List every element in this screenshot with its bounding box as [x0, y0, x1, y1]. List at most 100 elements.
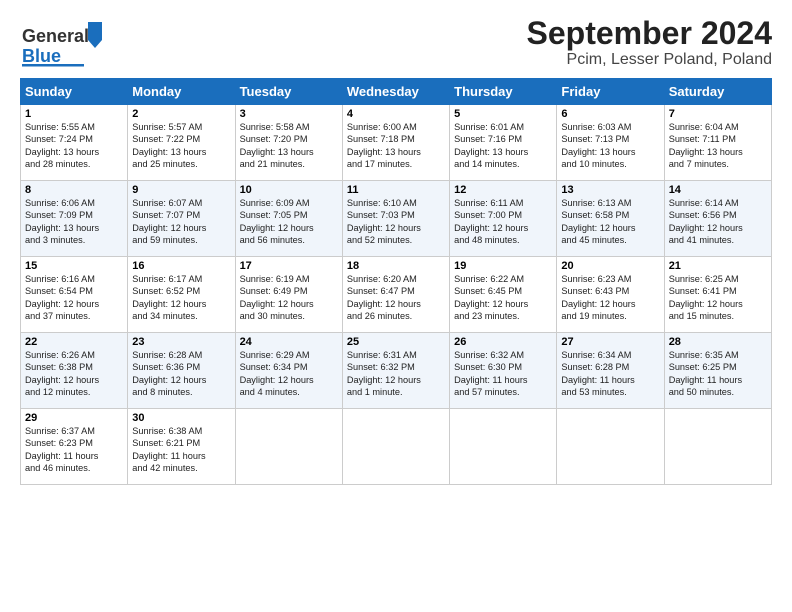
day-number: 17	[240, 260, 338, 272]
svg-text:General: General	[22, 26, 89, 46]
day-number: 5	[454, 108, 552, 120]
day-number: 8	[25, 184, 123, 196]
table-row: 11Sunrise: 6:10 AM Sunset: 7:03 PM Dayli…	[342, 181, 449, 257]
day-number: 29	[25, 412, 123, 424]
day-info: Sunrise: 6:22 AM Sunset: 6:45 PM Dayligh…	[454, 273, 552, 323]
day-info: Sunrise: 6:20 AM Sunset: 6:47 PM Dayligh…	[347, 273, 445, 323]
col-wednesday: Wednesday	[342, 79, 449, 105]
table-row: 12Sunrise: 6:11 AM Sunset: 7:00 PM Dayli…	[450, 181, 557, 257]
day-number: 1	[25, 108, 123, 120]
day-number: 3	[240, 108, 338, 120]
day-info: Sunrise: 6:04 AM Sunset: 7:11 PM Dayligh…	[669, 121, 767, 171]
day-number: 9	[132, 184, 230, 196]
day-number: 2	[132, 108, 230, 120]
day-info: Sunrise: 6:28 AM Sunset: 6:36 PM Dayligh…	[132, 349, 230, 399]
logo: General Blue	[20, 20, 110, 70]
day-number: 23	[132, 336, 230, 348]
table-row: 24Sunrise: 6:29 AM Sunset: 6:34 PM Dayli…	[235, 333, 342, 409]
col-sunday: Sunday	[21, 79, 128, 105]
svg-text:Blue: Blue	[22, 46, 61, 66]
day-info: Sunrise: 6:38 AM Sunset: 6:21 PM Dayligh…	[132, 425, 230, 475]
table-row: 7Sunrise: 6:04 AM Sunset: 7:11 PM Daylig…	[664, 105, 771, 181]
day-info: Sunrise: 6:19 AM Sunset: 6:49 PM Dayligh…	[240, 273, 338, 323]
table-row: 22Sunrise: 6:26 AM Sunset: 6:38 PM Dayli…	[21, 333, 128, 409]
day-info: Sunrise: 5:55 AM Sunset: 7:24 PM Dayligh…	[25, 121, 123, 171]
day-info: Sunrise: 6:29 AM Sunset: 6:34 PM Dayligh…	[240, 349, 338, 399]
table-row: 8Sunrise: 6:06 AM Sunset: 7:09 PM Daylig…	[21, 181, 128, 257]
day-number: 14	[669, 184, 767, 196]
table-row: 4Sunrise: 6:00 AM Sunset: 7:18 PM Daylig…	[342, 105, 449, 181]
day-number: 15	[25, 260, 123, 272]
table-row: 3Sunrise: 5:58 AM Sunset: 7:20 PM Daylig…	[235, 105, 342, 181]
table-row: 5Sunrise: 6:01 AM Sunset: 7:16 PM Daylig…	[450, 105, 557, 181]
table-row: 26Sunrise: 6:32 AM Sunset: 6:30 PM Dayli…	[450, 333, 557, 409]
table-row	[342, 409, 449, 485]
table-row	[235, 409, 342, 485]
day-info: Sunrise: 6:32 AM Sunset: 6:30 PM Dayligh…	[454, 349, 552, 399]
col-saturday: Saturday	[664, 79, 771, 105]
day-number: 4	[347, 108, 445, 120]
day-info: Sunrise: 6:07 AM Sunset: 7:07 PM Dayligh…	[132, 197, 230, 247]
table-row: 25Sunrise: 6:31 AM Sunset: 6:32 PM Dayli…	[342, 333, 449, 409]
day-info: Sunrise: 6:37 AM Sunset: 6:23 PM Dayligh…	[25, 425, 123, 475]
calendar-subtitle: Pcim, Lesser Poland, Poland	[527, 51, 772, 69]
table-row: 17Sunrise: 6:19 AM Sunset: 6:49 PM Dayli…	[235, 257, 342, 333]
table-row: 18Sunrise: 6:20 AM Sunset: 6:47 PM Dayli…	[342, 257, 449, 333]
day-number: 10	[240, 184, 338, 196]
day-number: 12	[454, 184, 552, 196]
calendar-title: September 2024	[527, 16, 772, 51]
table-row: 29Sunrise: 6:37 AM Sunset: 6:23 PM Dayli…	[21, 409, 128, 485]
table-row: 20Sunrise: 6:23 AM Sunset: 6:43 PM Dayli…	[557, 257, 664, 333]
day-info: Sunrise: 6:03 AM Sunset: 7:13 PM Dayligh…	[561, 121, 659, 171]
day-number: 7	[669, 108, 767, 120]
day-info: Sunrise: 6:26 AM Sunset: 6:38 PM Dayligh…	[25, 349, 123, 399]
day-info: Sunrise: 5:58 AM Sunset: 7:20 PM Dayligh…	[240, 121, 338, 171]
table-row	[557, 409, 664, 485]
calendar-header-row: Sunday Monday Tuesday Wednesday Thursday…	[21, 79, 772, 105]
page-header: General Blue September 2024 Pcim, Lesser…	[20, 16, 772, 70]
calendar-table: Sunday Monday Tuesday Wednesday Thursday…	[20, 78, 772, 485]
day-info: Sunrise: 6:35 AM Sunset: 6:25 PM Dayligh…	[669, 349, 767, 399]
day-number: 25	[347, 336, 445, 348]
day-number: 22	[25, 336, 123, 348]
col-thursday: Thursday	[450, 79, 557, 105]
day-info: Sunrise: 6:17 AM Sunset: 6:52 PM Dayligh…	[132, 273, 230, 323]
table-row: 10Sunrise: 6:09 AM Sunset: 7:05 PM Dayli…	[235, 181, 342, 257]
title-block: September 2024 Pcim, Lesser Poland, Pola…	[527, 16, 772, 69]
day-number: 28	[669, 336, 767, 348]
day-info: Sunrise: 6:23 AM Sunset: 6:43 PM Dayligh…	[561, 273, 659, 323]
col-monday: Monday	[128, 79, 235, 105]
day-number: 6	[561, 108, 659, 120]
day-number: 24	[240, 336, 338, 348]
calendar-week-row: 22Sunrise: 6:26 AM Sunset: 6:38 PM Dayli…	[21, 333, 772, 409]
table-row: 1Sunrise: 5:55 AM Sunset: 7:24 PM Daylig…	[21, 105, 128, 181]
day-info: Sunrise: 6:00 AM Sunset: 7:18 PM Dayligh…	[347, 121, 445, 171]
day-number: 27	[561, 336, 659, 348]
calendar-week-row: 8Sunrise: 6:06 AM Sunset: 7:09 PM Daylig…	[21, 181, 772, 257]
day-number: 30	[132, 412, 230, 424]
day-info: Sunrise: 6:14 AM Sunset: 6:56 PM Dayligh…	[669, 197, 767, 247]
day-info: Sunrise: 6:16 AM Sunset: 6:54 PM Dayligh…	[25, 273, 123, 323]
day-number: 16	[132, 260, 230, 272]
table-row: 9Sunrise: 6:07 AM Sunset: 7:07 PM Daylig…	[128, 181, 235, 257]
col-friday: Friday	[557, 79, 664, 105]
col-tuesday: Tuesday	[235, 79, 342, 105]
table-row: 2Sunrise: 5:57 AM Sunset: 7:22 PM Daylig…	[128, 105, 235, 181]
day-info: Sunrise: 6:10 AM Sunset: 7:03 PM Dayligh…	[347, 197, 445, 247]
day-info: Sunrise: 5:57 AM Sunset: 7:22 PM Dayligh…	[132, 121, 230, 171]
day-info: Sunrise: 6:09 AM Sunset: 7:05 PM Dayligh…	[240, 197, 338, 247]
day-number: 20	[561, 260, 659, 272]
calendar-week-row: 29Sunrise: 6:37 AM Sunset: 6:23 PM Dayli…	[21, 409, 772, 485]
table-row: 21Sunrise: 6:25 AM Sunset: 6:41 PM Dayli…	[664, 257, 771, 333]
day-info: Sunrise: 6:13 AM Sunset: 6:58 PM Dayligh…	[561, 197, 659, 247]
day-info: Sunrise: 6:06 AM Sunset: 7:09 PM Dayligh…	[25, 197, 123, 247]
table-row: 13Sunrise: 6:13 AM Sunset: 6:58 PM Dayli…	[557, 181, 664, 257]
table-row: 30Sunrise: 6:38 AM Sunset: 6:21 PM Dayli…	[128, 409, 235, 485]
table-row	[450, 409, 557, 485]
day-info: Sunrise: 6:34 AM Sunset: 6:28 PM Dayligh…	[561, 349, 659, 399]
logo-svg: General Blue	[20, 20, 110, 70]
day-info: Sunrise: 6:25 AM Sunset: 6:41 PM Dayligh…	[669, 273, 767, 323]
table-row: 28Sunrise: 6:35 AM Sunset: 6:25 PM Dayli…	[664, 333, 771, 409]
day-number: 21	[669, 260, 767, 272]
table-row: 23Sunrise: 6:28 AM Sunset: 6:36 PM Dayli…	[128, 333, 235, 409]
